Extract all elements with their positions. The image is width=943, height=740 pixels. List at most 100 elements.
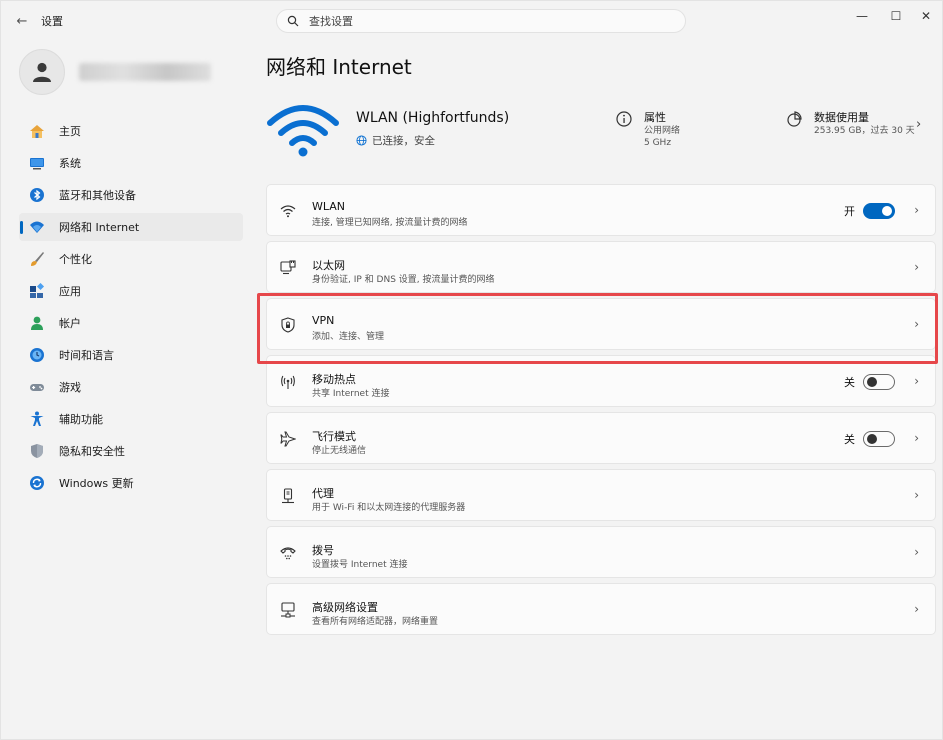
sidebar-item-label: 时间和语言 (59, 349, 114, 362)
chevron-right-icon[interactable]: › (914, 260, 919, 274)
setting-subtitle: 连接, 管理已知网络, 按流量计费的网络 (312, 218, 468, 228)
chevron-right-icon[interactable]: › (914, 488, 919, 502)
sidebar-item-personalization[interactable]: 个性化 (19, 245, 243, 273)
globe-icon (356, 135, 367, 146)
chevron-right-icon[interactable]: › (914, 431, 919, 445)
windows-update-icon (29, 475, 45, 491)
setting-subtitle: 停止无线通信 (312, 446, 367, 456)
search-input[interactable] (309, 14, 669, 28)
sidebar-item-label: 隐私和安全性 (59, 445, 125, 458)
sidebar-nav: 主页 系统 蓝牙和其他设备 网络和 Internet 个性化 应用 帐户 时间和… (19, 117, 243, 501)
home-icon (29, 123, 45, 139)
sidebar-item-label: Windows 更新 (59, 477, 134, 490)
sidebar-item-system[interactable]: 系统 (19, 149, 243, 177)
info-icon (616, 111, 632, 127)
account-icon (29, 315, 45, 331)
network-band: 5 GHz (644, 138, 672, 148)
gaming-icon (29, 379, 45, 395)
setting-title: 代理 (312, 487, 334, 500)
setting-title: 拨号 (312, 544, 334, 557)
page-title: 网络和 Internet (266, 55, 412, 79)
sidebar-item-gaming[interactable]: 游戏 (19, 373, 243, 401)
setting-subtitle: 添加、连接、管理 (312, 332, 385, 342)
back-button[interactable]: ← (11, 11, 33, 31)
data-usage-link[interactable]: 数据使用量 253.95 GB，过去 30 天 (786, 109, 915, 137)
setting-airplane-mode[interactable]: 飞行模式 停止无线通信 关 › (266, 412, 936, 464)
search-icon (287, 14, 301, 28)
avatar (19, 49, 65, 95)
setting-title: 以太网 (312, 259, 345, 272)
dialup-icon (279, 544, 297, 562)
user-profile[interactable] (19, 49, 249, 95)
data-usage-title: 数据使用量 (814, 111, 869, 124)
hotspot-toggle[interactable] (863, 374, 895, 390)
sidebar-item-label: 应用 (59, 285, 81, 298)
setting-mobile-hotspot[interactable]: 移动热点 共享 Internet 连接 关 › (266, 355, 936, 407)
properties-link[interactable]: 属性 公用网络 5 GHz (616, 109, 680, 149)
setting-subtitle: 身份验证, IP 和 DNS 设置, 按流量计费的网络 (312, 275, 495, 285)
sidebar-item-privacy[interactable]: 隐私和安全性 (19, 437, 243, 465)
hotspot-icon (279, 373, 297, 391)
setting-ethernet[interactable]: 以太网 身份验证, IP 和 DNS 设置, 按流量计费的网络 › (266, 241, 936, 293)
app-title: 设置 (41, 15, 63, 28)
maximize-button[interactable]: ☐ (881, 5, 911, 27)
user-icon (33, 62, 51, 82)
toggle-knob (867, 434, 877, 444)
chevron-right-icon[interactable]: › (914, 602, 919, 616)
network-type: 公用网络 (644, 126, 681, 136)
setting-vpn[interactable]: VPN 添加、连接、管理 › (266, 298, 936, 350)
setting-subtitle: 查看所有网络适配器，网络重置 (312, 617, 439, 627)
brush-icon (29, 251, 45, 267)
sidebar-item-apps[interactable]: 应用 (19, 277, 243, 305)
wifi-icon (279, 202, 297, 220)
sidebar-item-time-language[interactable]: 时间和语言 (19, 341, 243, 369)
sidebar-item-label: 网络和 Internet (59, 221, 140, 234)
chevron-right-icon[interactable]: › (914, 545, 919, 559)
sidebar-item-accessibility[interactable]: 辅助功能 (19, 405, 243, 433)
close-button[interactable]: ✕ (911, 5, 941, 27)
minimize-button[interactable]: — (847, 5, 877, 27)
sidebar-item-label: 蓝牙和其他设备 (59, 189, 136, 202)
setting-title: VPN (312, 314, 335, 327)
search-box[interactable] (276, 9, 686, 33)
setting-wlan[interactable]: WLAN 连接, 管理已知网络, 按流量计费的网络 开 › (266, 184, 936, 236)
setting-subtitle: 共享 Internet 连接 (312, 389, 390, 399)
chevron-right-icon[interactable]: › (914, 374, 919, 388)
sidebar-item-bluetooth[interactable]: 蓝牙和其他设备 (19, 181, 243, 209)
pie-chart-icon (787, 111, 802, 127)
connection-summary: WLAN (Highfortfunds) 已连接，安全 属性 公用网络 5 GH… (266, 95, 936, 165)
setting-title: 高级网络设置 (312, 601, 378, 614)
network-name: WLAN (Highfortfunds) (356, 110, 510, 126)
toggle-knob (867, 377, 877, 387)
wlan-toggle[interactable] (863, 203, 895, 219)
toggle-knob (882, 206, 892, 216)
sidebar-item-network[interactable]: 网络和 Internet (19, 213, 243, 241)
chevron-right-icon[interactable]: › (916, 117, 921, 132)
toggle-state-label: 关 (844, 376, 855, 389)
sidebar-item-label: 个性化 (59, 253, 92, 266)
sidebar-item-accounts[interactable]: 帐户 (19, 309, 243, 337)
network-status-text: 已连接，安全 (372, 135, 435, 147)
setting-dialup[interactable]: 拨号 设置拨号 Internet 连接 › (266, 526, 936, 578)
sidebar-item-home[interactable]: 主页 (19, 117, 243, 145)
airplane-mode-toggle[interactable] (863, 431, 895, 447)
sidebar-item-windows-update[interactable]: Windows 更新 (19, 469, 243, 497)
apps-icon (29, 283, 45, 299)
sidebar-item-label: 系统 (59, 157, 81, 170)
sidebar-item-label: 游戏 (59, 381, 81, 394)
sidebar-item-label: 帐户 (59, 317, 81, 330)
chevron-right-icon[interactable]: › (914, 317, 919, 331)
proxy-icon (279, 487, 297, 505)
accessibility-icon (29, 411, 45, 427)
setting-proxy[interactable]: 代理 用于 Wi-Fi 和以太网连接的代理服务器 › (266, 469, 936, 521)
chevron-right-icon[interactable]: › (914, 203, 919, 217)
setting-title: 移动热点 (312, 373, 356, 386)
advanced-network-icon (279, 601, 297, 619)
setting-advanced-network[interactable]: 高级网络设置 查看所有网络适配器，网络重置 › (266, 583, 936, 635)
toggle-state-label: 开 (844, 205, 855, 218)
sidebar-item-label: 主页 (59, 125, 81, 138)
system-icon (29, 155, 45, 171)
airplane-icon (279, 430, 297, 448)
settings-list: WLAN 连接, 管理已知网络, 按流量计费的网络 开 › 以太网 身份验证, … (266, 184, 936, 640)
time-language-icon (29, 347, 45, 363)
